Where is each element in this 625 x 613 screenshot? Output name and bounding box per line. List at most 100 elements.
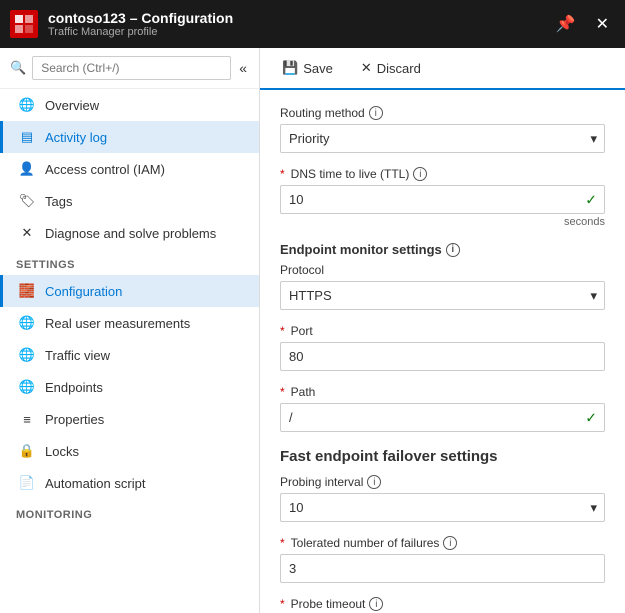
- content-area: 💾 Save ✕ Discard Routing method i Priori…: [260, 48, 625, 613]
- nav-tags-label: Tags: [45, 194, 72, 209]
- probing-interval-group: Probing interval i 10: [280, 475, 605, 522]
- traffic-icon: 🌐: [19, 347, 35, 363]
- dns-ttl-group: * DNS time to live (TTL) i ✓ seconds: [280, 167, 605, 228]
- probe-timeout-label: * Probe timeout i: [280, 597, 605, 611]
- nav-diagnose[interactable]: ✕ Diagnose and solve problems: [0, 217, 259, 249]
- probing-interval-label: Probing interval i: [280, 475, 605, 489]
- config-icon: 🧱: [19, 283, 35, 299]
- tolerated-failures-input[interactable]: [280, 554, 605, 583]
- discard-icon: ✕: [361, 60, 372, 76]
- dns-ttl-check-icon: ✓: [585, 191, 597, 208]
- endpoints-icon: 🌐: [19, 379, 35, 395]
- save-label: Save: [303, 61, 333, 76]
- nav-automation-script-label: Automation script: [45, 476, 145, 491]
- nav-automation-script[interactable]: 📄 Automation script: [0, 467, 259, 499]
- discard-label: Discard: [377, 61, 421, 76]
- form-area: Routing method i Priority * DNS time to …: [260, 90, 625, 613]
- path-group: * Path ✓: [280, 385, 605, 432]
- app-icon: [10, 10, 38, 38]
- dns-ttl-input-wrapper: ✓: [280, 185, 605, 214]
- routing-info-icon[interactable]: i: [369, 106, 383, 120]
- probing-interval-select[interactable]: 10: [280, 493, 605, 522]
- monitoring-section-label: MONITORING: [0, 499, 259, 525]
- nav-access-control[interactable]: 👤 Access control (IAM): [0, 153, 259, 185]
- save-button[interactable]: 💾 Save: [276, 56, 339, 80]
- pin-button[interactable]: 📌: [550, 12, 582, 36]
- port-input[interactable]: [280, 342, 605, 371]
- save-icon: 💾: [282, 60, 298, 76]
- endpoint-monitor-info-icon[interactable]: i: [446, 243, 460, 257]
- search-icon: 🔍: [10, 60, 26, 76]
- tolerated-failures-label: * Tolerated number of failures i: [280, 536, 605, 550]
- nav-rum-label: Real user measurements: [45, 316, 190, 331]
- tolerated-failures-group: * Tolerated number of failures i: [280, 536, 605, 583]
- nav-overview-label: Overview: [45, 98, 99, 113]
- nav-configuration-label: Configuration: [45, 284, 122, 299]
- nav-locks[interactable]: 🔒 Locks: [0, 435, 259, 467]
- dns-ttl-hint: seconds: [280, 216, 605, 228]
- routing-method-label: Routing method i: [280, 106, 605, 120]
- titlebar-actions: 📌 ✕: [550, 12, 615, 36]
- nav-traffic-view[interactable]: 🌐 Traffic view: [0, 339, 259, 371]
- users-icon: 👤: [19, 161, 35, 177]
- nav-traffic-view-label: Traffic view: [45, 348, 110, 363]
- settings-section-label: SETTINGS: [0, 249, 259, 275]
- routing-method-select[interactable]: Priority: [280, 124, 605, 153]
- port-input-wrapper: [280, 342, 605, 371]
- probing-interval-info-icon[interactable]: i: [367, 475, 381, 489]
- main-layout: 🔍 « 🌐 Overview ▤ Activity log 👤 Access c…: [0, 48, 625, 613]
- nav-configuration[interactable]: 🧱 Configuration: [0, 275, 259, 307]
- protocol-label: Protocol: [280, 263, 605, 277]
- path-check-icon: ✓: [585, 409, 597, 426]
- nav-endpoints[interactable]: 🌐 Endpoints: [0, 371, 259, 403]
- sidebar: 🔍 « 🌐 Overview ▤ Activity log 👤 Access c…: [0, 48, 260, 613]
- globe-icon: 🌐: [19, 97, 35, 113]
- nav-tags[interactable]: 🏷 Tags: [0, 185, 259, 217]
- nav-endpoints-label: Endpoints: [45, 380, 103, 395]
- routing-method-group: Routing method i Priority: [280, 106, 605, 153]
- nav-activity-log[interactable]: ▤ Activity log: [0, 121, 259, 153]
- nav-properties[interactable]: ≡ Properties: [0, 403, 259, 435]
- titlebar-title: contoso123 – Configuration: [48, 10, 550, 26]
- titlebar: contoso123 – Configuration Traffic Manag…: [0, 0, 625, 48]
- probe-timeout-group: * Probe timeout i ✓ seconds: [280, 597, 605, 613]
- discard-button[interactable]: ✕ Discard: [355, 56, 427, 80]
- endpoint-monitor-heading: Endpoint monitor settings i: [280, 242, 605, 257]
- collapse-button[interactable]: «: [237, 58, 249, 78]
- toolbar: 💾 Save ✕ Discard: [260, 48, 625, 90]
- port-label: * Port: [280, 324, 605, 338]
- nav-real-user-measurements[interactable]: 🌐 Real user measurements: [0, 307, 259, 339]
- path-input[interactable]: [280, 403, 605, 432]
- dns-ttl-info-icon[interactable]: i: [413, 167, 427, 181]
- script-icon: 📄: [19, 475, 35, 491]
- nav-overview[interactable]: 🌐 Overview: [0, 89, 259, 121]
- close-button[interactable]: ✕: [590, 12, 615, 36]
- search-bar: 🔍 «: [0, 48, 259, 89]
- port-group: * Port: [280, 324, 605, 371]
- tolerated-failures-input-wrapper: [280, 554, 605, 583]
- search-input[interactable]: [32, 56, 231, 80]
- protocol-select-wrapper: HTTPS: [280, 281, 605, 310]
- nav-locks-label: Locks: [45, 444, 79, 459]
- titlebar-text: contoso123 – Configuration Traffic Manag…: [48, 10, 550, 38]
- probe-timeout-info-icon[interactable]: i: [369, 597, 383, 611]
- nav-access-control-label: Access control (IAM): [45, 162, 165, 177]
- wrench-icon: ✕: [19, 225, 35, 241]
- protocol-select[interactable]: HTTPS: [280, 281, 605, 310]
- fast-failover-heading: Fast endpoint failover settings: [280, 448, 605, 465]
- dns-ttl-label: * DNS time to live (TTL) i: [280, 167, 605, 181]
- nav-diagnose-label: Diagnose and solve problems: [45, 226, 216, 241]
- path-label: * Path: [280, 385, 605, 399]
- routing-method-select-wrapper: Priority: [280, 124, 605, 153]
- rum-icon: 🌐: [19, 315, 35, 331]
- nav-properties-label: Properties: [45, 412, 104, 427]
- dns-ttl-input[interactable]: [280, 185, 605, 214]
- probing-interval-select-wrapper: 10: [280, 493, 605, 522]
- lock-icon: 🔒: [19, 443, 35, 459]
- tolerated-failures-info-icon[interactable]: i: [443, 536, 457, 550]
- path-input-wrapper: ✓: [280, 403, 605, 432]
- nav-activity-log-label: Activity log: [45, 130, 107, 145]
- properties-icon: ≡: [19, 411, 35, 427]
- tag-icon: 🏷: [19, 193, 35, 209]
- log-icon: ▤: [19, 129, 35, 145]
